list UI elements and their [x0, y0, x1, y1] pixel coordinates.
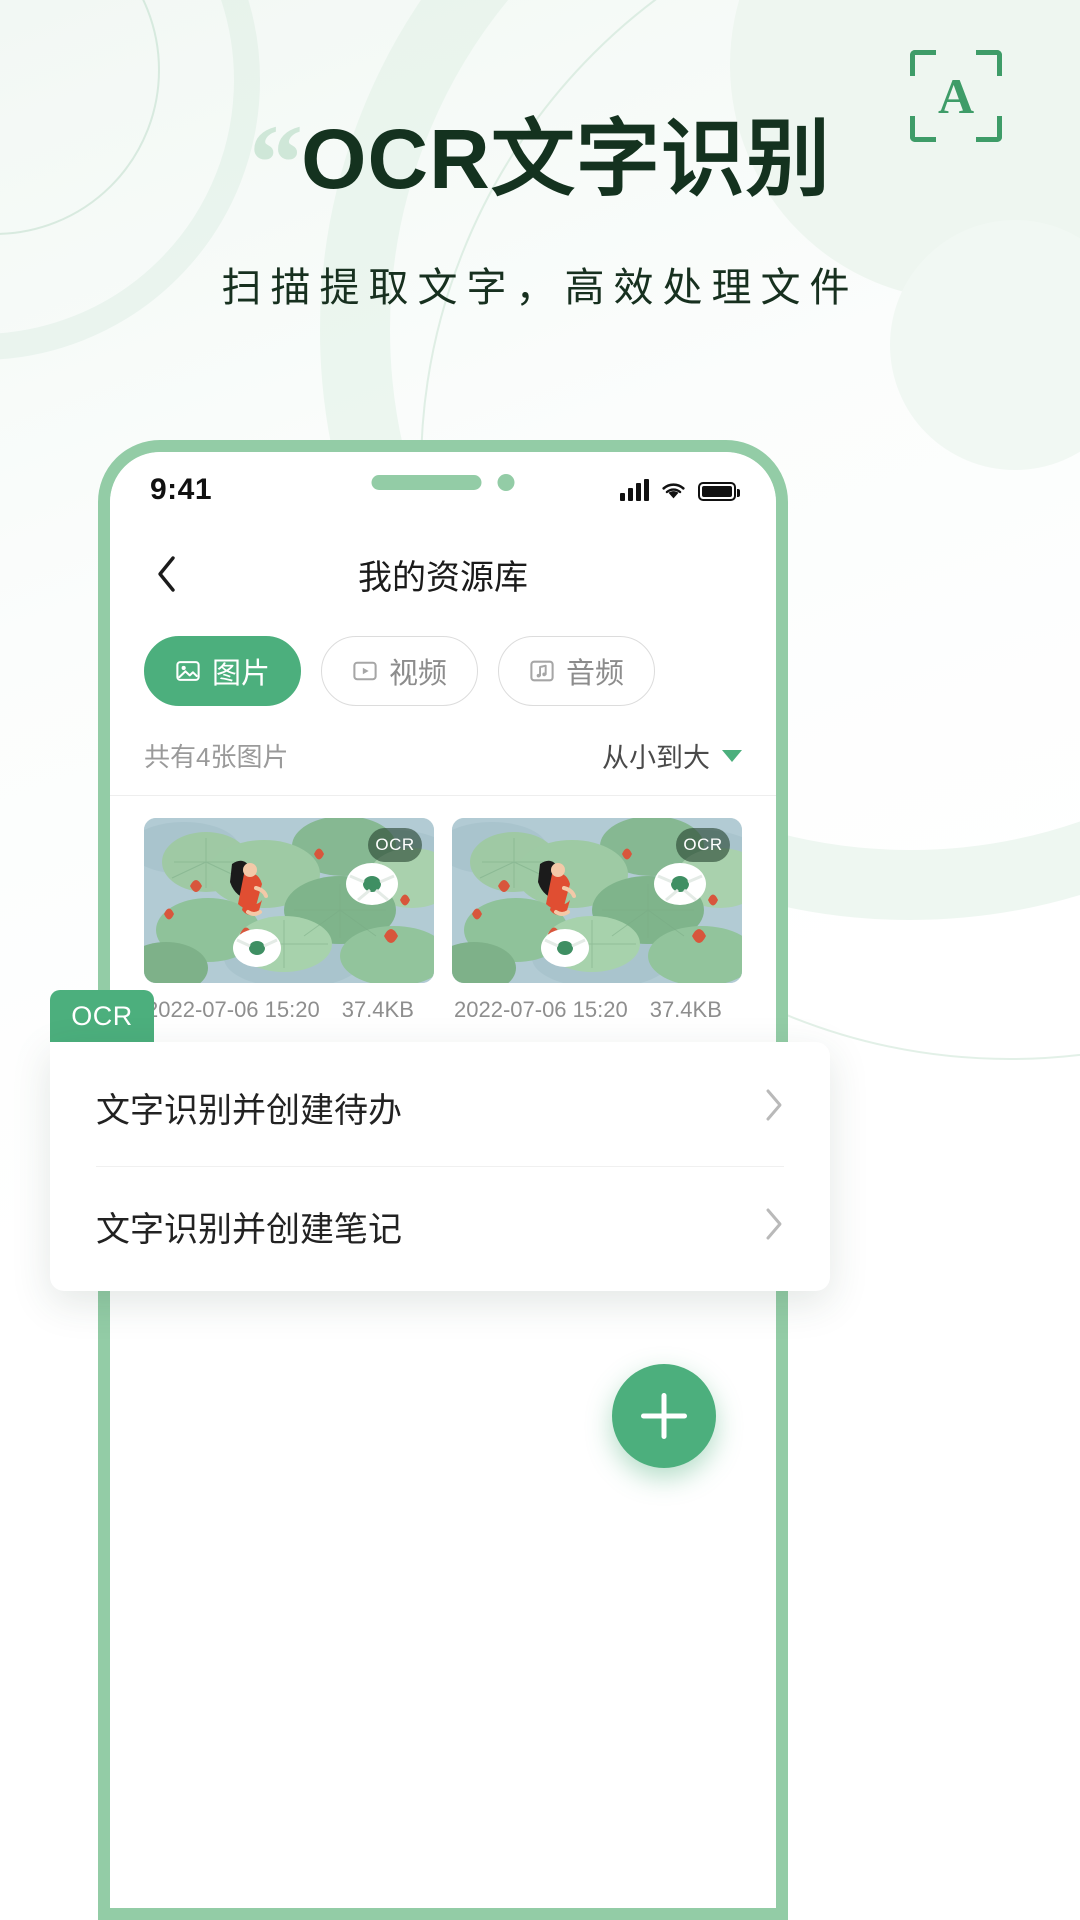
sort-dropdown[interactable]: 从小到大: [602, 736, 742, 775]
filter-chip-video[interactable]: 视频: [321, 636, 479, 706]
battery-icon: [698, 482, 740, 501]
item-count-label: 共有4张图片: [144, 742, 289, 772]
resource-thumbnail[interactable]: OCR: [144, 818, 434, 983]
sort-dropdown-label: 从小到大: [602, 743, 710, 773]
quote-mark-icon: “: [249, 104, 303, 223]
add-button[interactable]: [612, 1364, 716, 1468]
ocr-badge[interactable]: OCR: [676, 828, 730, 862]
list-meta-row: 共有4张图片 从小到大: [110, 706, 776, 796]
filter-chip-image-label: 图片: [212, 658, 271, 690]
chevron-right-icon: [764, 1088, 784, 1127]
nav-bar: 我的资源库: [110, 528, 776, 620]
wifi-icon: [660, 481, 687, 501]
ocr-option-create-todo[interactable]: 文字识别并创建待办: [50, 1048, 830, 1166]
status-bar-time: 9:41: [150, 473, 213, 506]
page-subtitle: 扫描提取文字，高效处理文件: [221, 266, 859, 310]
chevron-right-icon: [764, 1207, 784, 1246]
chevron-down-icon: [722, 749, 742, 762]
status-bar: 9:41: [110, 452, 776, 528]
filter-chip-image[interactable]: 图片: [144, 636, 302, 706]
ocr-option-create-todo-label: 文字识别并创建待办: [96, 1091, 402, 1130]
ocr-option-create-note[interactable]: 文字识别并创建笔记: [50, 1167, 830, 1285]
filter-chip-row: 图片 视频 音频: [110, 620, 776, 706]
front-camera-icon: [497, 474, 515, 491]
filter-chip-audio[interactable]: 音频: [498, 636, 656, 706]
filter-chip-audio-label: 音频: [566, 658, 625, 690]
ocr-badge[interactable]: OCR: [368, 828, 422, 862]
page-title: OCR文字识别: [301, 112, 831, 206]
ocr-action-popup: OCR 文字识别并创建待办 文字识别并创建笔记: [50, 990, 830, 1291]
nav-title: 我的资源库: [358, 558, 528, 597]
video-icon: [352, 658, 378, 684]
cellular-signal-icon: [620, 479, 649, 501]
ocr-popup-tab: OCR: [50, 990, 154, 1042]
ocr-popup-body: 文字识别并创建待办 文字识别并创建笔记: [50, 1042, 830, 1291]
ocr-option-create-note-label: 文字识别并创建笔记: [96, 1210, 402, 1249]
phone-notch: [371, 474, 515, 491]
image-icon: [175, 658, 201, 684]
resource-grid: OCR 2022-07-06 15:20 37.4KB OCR 2022-07-…: [110, 796, 776, 1023]
filter-chip-video-label: 视频: [389, 658, 448, 690]
speaker-grill-icon: [371, 475, 482, 490]
back-button[interactable]: [144, 552, 188, 596]
title-row: “ OCR文字识别: [0, 104, 1080, 223]
audio-icon: [529, 658, 555, 684]
resource-thumbnail[interactable]: OCR: [452, 818, 742, 983]
plus-icon: [641, 1393, 687, 1439]
status-bar-icons: [620, 479, 740, 501]
